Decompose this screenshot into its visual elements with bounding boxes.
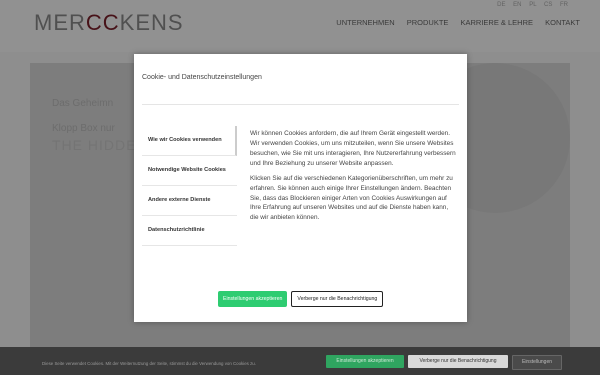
cookie-bar-accept-button[interactable]: Einstellungen akzeptieren [326, 355, 404, 368]
content-paragraph-1: Wir können Cookies anfordern, die auf Ih… [250, 130, 456, 167]
cookie-settings-dialog: Cookie- und Datenschutzeinstellungen Wie… [134, 54, 467, 322]
tab-content: Wir können Cookies anfordern, die auf Ih… [250, 129, 457, 228]
accept-settings-button[interactable]: Einstellungen akzeptieren [218, 291, 288, 307]
tab-privacy-policy[interactable]: Datenschutzrichtlinie [142, 216, 237, 246]
content-paragraph-2: Klicken Sie auf die verschiedenen Katego… [250, 174, 453, 222]
dialog-actions: Einstellungen akzeptieren Verberge nur d… [218, 291, 384, 307]
tab-cookie-usage[interactable]: Wie wir Cookies verwenden [142, 126, 237, 156]
cookie-bar-settings-button[interactable]: Einstellungen [512, 355, 562, 370]
tab-necessary-cookies[interactable]: Notwendige Website Cookies [142, 156, 237, 186]
tab-external-services[interactable]: Andere externe Dienste [142, 186, 237, 216]
cookie-bar-hide-button[interactable]: Verberge nur die Benachrichtigung [408, 355, 508, 368]
divider [142, 104, 459, 105]
hide-notification-button[interactable]: Verberge nur die Benachrichtigung [291, 291, 384, 307]
cookie-bar-message: Diese Seite verwendet Cookies. Mit der W… [42, 361, 256, 366]
cookie-bar: Diese Seite verwendet Cookies. Mit der W… [0, 347, 600, 375]
dialog-title: Cookie- und Datenschutzeinstellungen [142, 74, 262, 81]
settings-tabs: Wie wir Cookies verwenden Notwendige Web… [142, 126, 237, 246]
